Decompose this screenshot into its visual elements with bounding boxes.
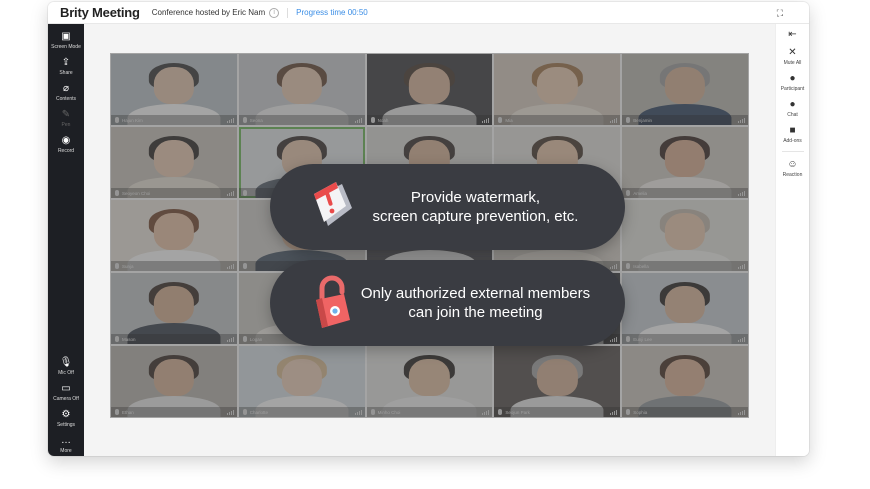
share-label: Share bbox=[59, 70, 73, 76]
conference-info: Conference hosted by Eric Nam i bbox=[151, 7, 280, 18]
pen-button[interactable]: ✎ Pen bbox=[48, 108, 84, 129]
left-toolbar: ▣ Screen Mode ⇪ Share ⌀ Contents ✎ Pen ◉ Record 🎙… bbox=[48, 24, 84, 456]
chat-button[interactable]: ● Chat bbox=[787, 99, 799, 118]
mic-off-icon: 🎙 bbox=[59, 356, 73, 368]
participant-button[interactable]: ● Participant bbox=[781, 73, 805, 92]
share-button[interactable]: ⇪ Share bbox=[48, 56, 84, 77]
add-ons-button[interactable]: ■ Add-ons bbox=[783, 125, 802, 144]
overlay-dim: Provide watermark, screen capture preven… bbox=[110, 53, 749, 418]
pen-label: Pen bbox=[61, 122, 71, 128]
collapse-panel-button[interactable]: ⇤ bbox=[787, 29, 799, 40]
more-button[interactable]: … More bbox=[48, 434, 84, 455]
add-ons-label: Add-ons bbox=[783, 138, 802, 144]
chat-label: Chat bbox=[787, 112, 798, 118]
access-control-pill: Only authorized external members can joi… bbox=[270, 260, 625, 346]
add-ons-icon: ■ bbox=[789, 125, 796, 136]
mic-off-label: Mic Off bbox=[58, 370, 74, 376]
info-icon[interactable]: i bbox=[269, 7, 280, 18]
contents-button[interactable]: ⌀ Contents bbox=[48, 82, 84, 103]
pen-icon: ✎ bbox=[61, 108, 71, 120]
title-bar: Brity Meeting Conference hosted by Eric … bbox=[48, 2, 809, 24]
video-stage: Hajun KimSeonaNoahMiaBenjaminSeoyeon Cho… bbox=[84, 24, 775, 456]
toolbar-divider bbox=[781, 151, 804, 152]
meeting-window: Brity Meeting Conference hosted by Eric … bbox=[48, 2, 809, 456]
fullscreen-icon[interactable]: ⛶ bbox=[777, 8, 783, 19]
paperclip-icon: ⌀ bbox=[62, 82, 70, 94]
title-divider bbox=[287, 7, 289, 18]
participant-label: Participant bbox=[780, 86, 805, 92]
screen-mode-label: Screen Mode bbox=[51, 44, 81, 50]
contents-label: Contents bbox=[55, 96, 76, 102]
security-feature-pill: Provide watermark, screen capture preven… bbox=[270, 164, 625, 250]
warning-shield-icon bbox=[314, 182, 352, 226]
camera-off-button[interactable]: ▭ Camera Off bbox=[48, 382, 84, 403]
access-line-1: Only authorized external members bbox=[360, 285, 591, 302]
screen-mode-icon: ▣ bbox=[61, 30, 71, 42]
reaction-button[interactable]: ☺ Reaction bbox=[783, 159, 803, 178]
camera-off-label: Camera Off bbox=[53, 396, 79, 402]
left-toolbar-top: ▣ Screen Mode ⇪ Share ⌀ Contents ✎ Pen ◉ Record bbox=[48, 24, 84, 155]
record-icon: ◉ bbox=[61, 134, 71, 146]
security-line-2: screen capture prevention, etc. bbox=[372, 208, 579, 225]
conference-title: Conference hosted by Eric Nam bbox=[151, 8, 266, 17]
right-toolbar: ⇤ ✕ Mute All ● Participant ● Chat ■ Add-ons ☺ Rea… bbox=[775, 24, 809, 456]
camera-off-icon: ▭ bbox=[61, 382, 71, 394]
record-label: Record bbox=[57, 148, 75, 154]
access-control-text: Only authorized external members can joi… bbox=[352, 260, 599, 346]
mute-all-label: Mute All bbox=[783, 60, 802, 66]
security-feature-text: Provide watermark, screen capture preven… bbox=[352, 164, 599, 250]
participant-icon: ● bbox=[789, 73, 796, 84]
record-button[interactable]: ◉ Record bbox=[48, 134, 84, 155]
settings-label: Settings bbox=[56, 422, 76, 428]
progress-time: Progress time 00:50 bbox=[296, 8, 368, 17]
settings-button[interactable]: ⚙ Settings bbox=[48, 408, 84, 429]
more-label: More bbox=[60, 448, 72, 454]
left-toolbar-bottom: 🎙 Mic Off ▭ Camera Off ⚙ Settings … More bbox=[48, 350, 84, 456]
reaction-icon: ☺ bbox=[787, 159, 798, 170]
screen-mode-button[interactable]: ▣ Screen Mode bbox=[48, 30, 84, 51]
app-logo: Brity Meeting bbox=[60, 5, 140, 20]
chat-icon: ● bbox=[789, 99, 796, 110]
access-line-2: can join the meeting bbox=[408, 304, 543, 321]
mute-all-icon: ✕ bbox=[788, 47, 797, 58]
collapse-arrow-icon: ⇤ bbox=[788, 29, 797, 40]
share-icon: ⇪ bbox=[61, 56, 71, 68]
security-line-1: Provide watermark, bbox=[410, 189, 541, 206]
mic-off-button[interactable]: 🎙 Mic Off bbox=[48, 356, 84, 377]
right-toolbar-list: ✕ Mute All ● Participant ● Chat ■ Add-ons ☺ React… bbox=[781, 40, 805, 178]
more-icon: … bbox=[61, 434, 71, 446]
reaction-label: Reaction bbox=[782, 172, 803, 178]
padlock-icon bbox=[316, 275, 350, 328]
mute-all-button[interactable]: ✕ Mute All bbox=[784, 47, 802, 66]
gear-icon: ⚙ bbox=[61, 408, 71, 420]
